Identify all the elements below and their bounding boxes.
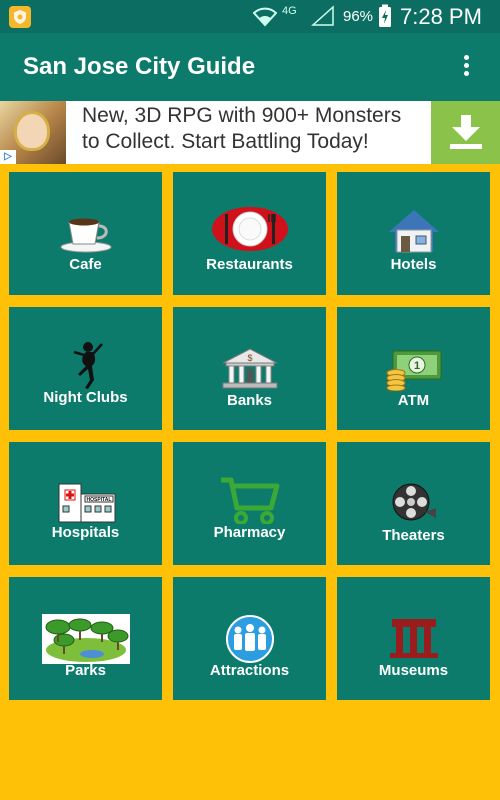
status-bar: 4G 96% 7:28 PM	[0, 0, 500, 33]
svg-text:HOSPITAL: HOSPITAL	[86, 497, 111, 503]
battery-percent: 96%	[343, 8, 374, 25]
network-type-label: 4G	[282, 5, 297, 17]
people-group-icon	[225, 615, 274, 663]
tile-museums[interactable]: Museums	[337, 577, 490, 700]
bank-building-icon: $	[222, 348, 277, 389]
adchoices-icon[interactable]: ▷	[0, 150, 16, 164]
tile-label: Museums	[378, 662, 449, 679]
tile-label: Night Clubs	[43, 389, 128, 406]
ad-banner[interactable]: ▷ New, 3D RPG with 900+ Monsters to Coll…	[0, 101, 500, 164]
hospital-building-icon: HOSPITAL	[58, 483, 115, 523]
tile-banks[interactable]: $ Banks	[173, 307, 326, 430]
ad-thumbnail[interactable]: ▷	[0, 101, 66, 164]
wifi-icon	[253, 7, 277, 27]
tile-night-clubs[interactable]: Night Clubs	[9, 307, 162, 430]
park-trees-icon	[41, 614, 130, 664]
download-icon	[450, 115, 482, 149]
tile-label: Theaters	[382, 527, 445, 544]
more-vert-icon[interactable]	[456, 53, 476, 81]
tile-label: Parks	[65, 662, 106, 679]
tile-label: Restaurants	[206, 256, 293, 273]
tile-attractions[interactable]: Attractions	[173, 577, 326, 700]
app-notification-icon	[9, 6, 31, 28]
ad-download-button[interactable]	[431, 101, 500, 164]
tile-label: Attractions	[209, 662, 290, 679]
tile-hospitals[interactable]: HOSPITAL Hospitals	[9, 442, 162, 565]
tile-parks[interactable]: Parks	[9, 577, 162, 700]
tile-theaters[interactable]: Theaters	[337, 442, 490, 565]
shopping-cart-icon	[220, 477, 279, 524]
tile-label: Cafe	[69, 256, 102, 273]
tile-label: Hospitals	[51, 524, 120, 541]
tile-cafe[interactable]: Cafe	[9, 172, 162, 295]
battery-charging-icon	[379, 4, 391, 27]
plate-cutlery-icon	[211, 207, 288, 251]
tile-label: Pharmacy	[213, 524, 286, 541]
app-title: San Jose City Guide	[23, 53, 256, 80]
dancer-icon	[73, 342, 103, 389]
svg-text:$: $	[247, 353, 252, 363]
signal-icon	[311, 5, 334, 26]
tile-label: ATM	[397, 392, 430, 409]
status-clock: 7:28 PM	[400, 4, 482, 29]
money-coins-icon: 1	[386, 350, 441, 391]
coffee-cup-icon	[60, 218, 111, 253]
house-icon	[388, 210, 439, 253]
tile-label: Hotels	[390, 256, 437, 273]
app-bar: San Jose City Guide	[0, 33, 500, 101]
film-reel-icon	[392, 483, 436, 521]
ad-headline[interactable]: New, 3D RPG with 900+ Monsters to Collec…	[82, 103, 422, 155]
tile-hotels[interactable]: Hotels	[337, 172, 490, 295]
tile-restaurants[interactable]: Restaurants	[173, 172, 326, 295]
tile-atm[interactable]: 1 ATM	[337, 307, 490, 430]
svg-text:1: 1	[413, 360, 419, 372]
museum-columns-icon	[389, 619, 438, 658]
tile-pharmacy[interactable]: Pharmacy	[173, 442, 326, 565]
tile-label: Banks	[226, 392, 273, 409]
